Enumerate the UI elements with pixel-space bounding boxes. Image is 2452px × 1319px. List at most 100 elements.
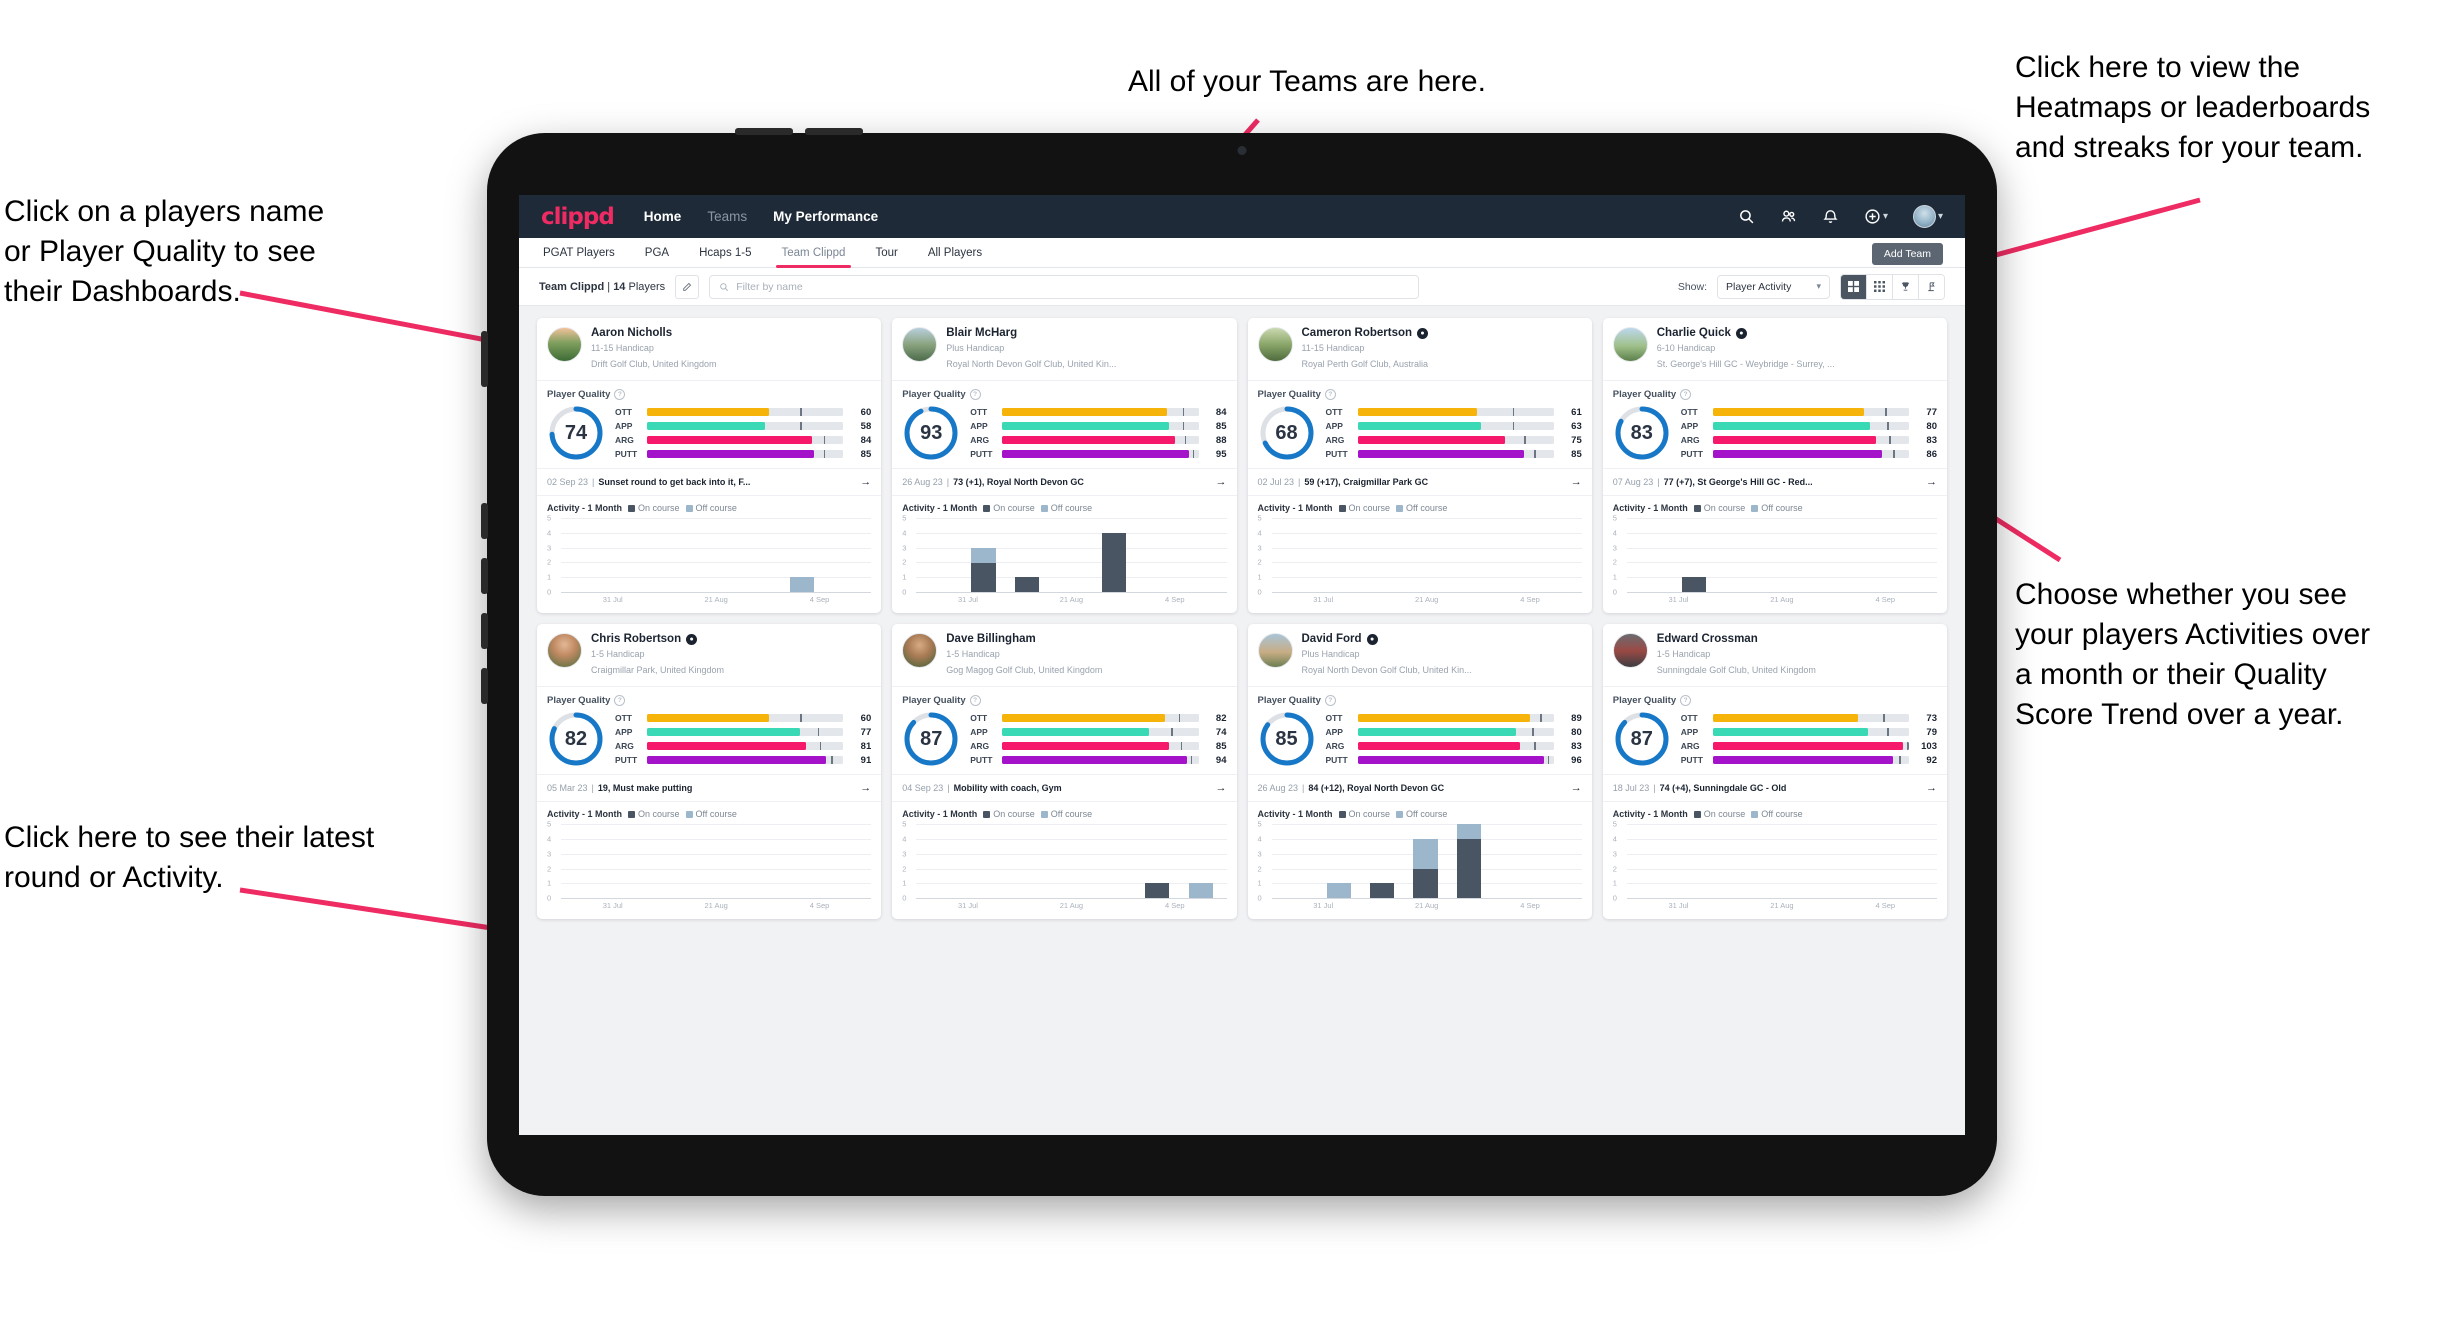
player-card-header[interactable]: Aaron Nicholls 11-15 Handicap Drift Golf…	[537, 318, 882, 382]
arrow-right-icon[interactable]: →	[1210, 476, 1227, 488]
arrow-right-icon[interactable]: →	[854, 476, 871, 488]
player-avatar[interactable]	[1612, 633, 1648, 669]
player-avatar[interactable]	[547, 327, 582, 362]
plus-circle-icon[interactable]	[1864, 208, 1881, 225]
player-avatar[interactable]	[902, 633, 938, 669]
grid-small-view-button[interactable]	[1867, 274, 1893, 299]
player-name[interactable]: Charlie Quick ●	[1657, 327, 1835, 339]
player-name[interactable]: Aaron Nicholls	[591, 327, 717, 339]
player-quality-section[interactable]: Player Quality ? 85 OTT 89 APP 80 ARG 83…	[1248, 687, 1592, 774]
chart-bars	[563, 518, 867, 593]
pencil-icon[interactable]	[675, 274, 700, 299]
latest-round-row[interactable]: 04 Sep 23 | Mobility with coach, Gym →	[892, 774, 1237, 803]
tab-team-clippd[interactable]: Team Clippd	[775, 241, 852, 268]
player-quality-section[interactable]: Player Quality ? 83 OTT 77 APP 80 ARG 83…	[1603, 381, 1947, 468]
player-card[interactable]: Aaron Nicholls 11-15 Handicap Drift Golf…	[537, 318, 882, 614]
search-input[interactable]: Filter by name	[709, 274, 1420, 299]
tab-tour[interactable]: Tour	[873, 241, 899, 265]
chart-bar-slot	[1360, 824, 1403, 899]
trophy-leaderboard-button[interactable]	[1893, 274, 1919, 299]
help-icon[interactable]: ?	[614, 695, 626, 707]
arrow-right-icon[interactable]: →	[1565, 476, 1582, 488]
latest-round-row[interactable]: 26 Aug 23 | 73 (+1), Royal North Devon G…	[892, 468, 1237, 497]
help-icon[interactable]: ?	[1324, 389, 1336, 401]
chart-bar-stack	[660, 518, 684, 592]
player-avatar[interactable]	[1612, 327, 1648, 362]
player-card[interactable]: Blair McHarg Plus Handicap Royal North D…	[892, 318, 1237, 614]
chevron-down-icon-profile[interactable]: ▾	[1938, 211, 1943, 222]
clippd-logo[interactable]: clippd	[541, 204, 615, 230]
player-card-header[interactable]: Dave Billingham 1-5 Handicap Gog Magog G…	[892, 624, 1237, 688]
add-team-button[interactable]: Add Team	[1871, 242, 1943, 265]
player-name[interactable]: Chris Robertson ●	[591, 633, 724, 645]
nav-link-teams[interactable]: Teams	[707, 209, 747, 224]
player-name[interactable]: Dave Billingham	[946, 633, 1102, 645]
nav-link-my-performance[interactable]: My Performance	[773, 209, 878, 224]
volume-up-button[interactable]	[735, 128, 793, 135]
nav-link-home[interactable]: Home	[644, 209, 682, 224]
latest-round-row[interactable]: 18 Jul 23 | 74 (+4), Sunningdale GC - Ol…	[1602, 774, 1947, 803]
player-card-header[interactable]: Chris Robertson ● 1-5 Handicap Craigmill…	[537, 624, 882, 688]
latest-round-row[interactable]: 02 Jul 23 | 59 (+17), Craigmillar Park G…	[1247, 468, 1592, 497]
volume-down-button[interactable]	[805, 128, 863, 135]
flag-heatmap-button[interactable]	[1919, 274, 1944, 299]
latest-round-row[interactable]: 02 Sep 23 | Sunset round to get back int…	[537, 468, 882, 497]
help-icon[interactable]: ?	[1324, 695, 1336, 707]
help-icon[interactable]: ?	[1680, 389, 1692, 401]
activity-section: Activity - 1 Month On course Off course …	[537, 802, 881, 919]
player-quality-section[interactable]: Player Quality ? 87 OTT 73 APP 79 ARG 10…	[1603, 687, 1947, 774]
player-card[interactable]: Charlie Quick ● 6-10 Handicap St. George…	[1602, 318, 1947, 614]
player-avatar[interactable]	[1257, 327, 1293, 362]
player-card[interactable]: Edward Crossman 1-5 Handicap Sunningdale…	[1602, 624, 1947, 920]
help-icon[interactable]: ?	[969, 389, 981, 401]
player-avatar[interactable]	[547, 633, 582, 669]
player-quality-section[interactable]: Player Quality ? 87 OTT 82 APP 74 ARG 85…	[892, 687, 1236, 774]
grid-large-view-button[interactable]	[1841, 274, 1867, 299]
latest-round-row[interactable]: 07 Aug 23 | 77 (+7), St George's Hill GC…	[1602, 468, 1947, 497]
help-icon[interactable]: ?	[969, 695, 981, 707]
show-select[interactable]: Player Activity ▾	[1717, 274, 1830, 299]
player-name[interactable]: David Ford ●	[1302, 633, 1472, 645]
bell-icon[interactable]	[1822, 208, 1839, 225]
player-name[interactable]: Blair McHarg	[946, 327, 1116, 339]
tab-all-players[interactable]: All Players	[926, 241, 984, 265]
player-card-header[interactable]: Cameron Robertson ● 11-15 Handicap Royal…	[1247, 318, 1592, 382]
activity-section: Activity - 1 Month On course Off course …	[1603, 496, 1947, 613]
arrow-right-icon[interactable]: →	[854, 782, 871, 794]
player-card[interactable]: Chris Robertson ● 1-5 Handicap Craigmill…	[537, 624, 882, 920]
player-quality-section[interactable]: Player Quality ? 74 OTT 60 APP 58 ARG 84…	[537, 381, 881, 468]
chart-bar-slot	[650, 518, 693, 592]
player-avatar[interactable]	[902, 327, 938, 362]
player-quality-section[interactable]: Player Quality ? 82 OTT 60 APP 77 ARG 81…	[537, 687, 881, 774]
latest-round-row[interactable]: 26 Aug 23 | 84 (+12), Royal North Devon …	[1247, 774, 1592, 803]
tab-pga[interactable]: PGA	[643, 241, 671, 265]
player-name[interactable]: Cameron Robertson ●	[1302, 327, 1429, 339]
avatar[interactable]	[1912, 205, 1936, 228]
player-card[interactable]: David Ford ● Plus Handicap Royal North D…	[1247, 624, 1592, 920]
player-card-header[interactable]: Edward Crossman 1-5 Handicap Sunningdale…	[1602, 624, 1947, 688]
player-card[interactable]: Dave Billingham 1-5 Handicap Gog Magog G…	[892, 624, 1237, 920]
arrow-right-icon[interactable]: →	[1920, 476, 1937, 488]
player-quality-section[interactable]: Player Quality ? 93 OTT 84 APP 85 ARG 88…	[892, 381, 1236, 468]
arrow-right-icon[interactable]: →	[1565, 782, 1582, 794]
power-button[interactable]	[481, 331, 488, 387]
tab-pgat-players[interactable]: PGAT Players	[541, 241, 617, 265]
help-icon[interactable]: ?	[1680, 695, 1692, 707]
player-quality-section[interactable]: Player Quality ? 68 OTT 61 APP 63 ARG 75…	[1248, 381, 1592, 468]
player-card-header[interactable]: Blair McHarg Plus Handicap Royal North D…	[892, 318, 1237, 382]
metric-label: ARG	[1325, 741, 1345, 752]
player-card-header[interactable]: David Ford ● Plus Handicap Royal North D…	[1247, 624, 1592, 688]
player-name[interactable]: Edward Crossman	[1657, 633, 1816, 645]
arrow-right-icon[interactable]: →	[1920, 782, 1937, 794]
people-icon[interactable]	[1780, 208, 1797, 225]
chevron-down-icon-add[interactable]: ▾	[1883, 211, 1888, 222]
player-card[interactable]: Cameron Robertson ● 11-15 Handicap Royal…	[1247, 318, 1592, 614]
arrow-right-icon[interactable]: →	[1210, 782, 1227, 794]
player-card-header[interactable]: Charlie Quick ● 6-10 Handicap St. George…	[1602, 318, 1947, 382]
tab-hcaps-1-5[interactable]: Hcaps 1-5	[697, 241, 753, 265]
player-avatar[interactable]	[1257, 633, 1293, 669]
help-icon[interactable]: ?	[614, 389, 626, 401]
activity-title: Activity - 1 Month	[547, 503, 623, 514]
latest-round-row[interactable]: 05 Mar 23 | 19, Must make putting →	[537, 774, 882, 803]
search-icon[interactable]	[1738, 208, 1755, 225]
